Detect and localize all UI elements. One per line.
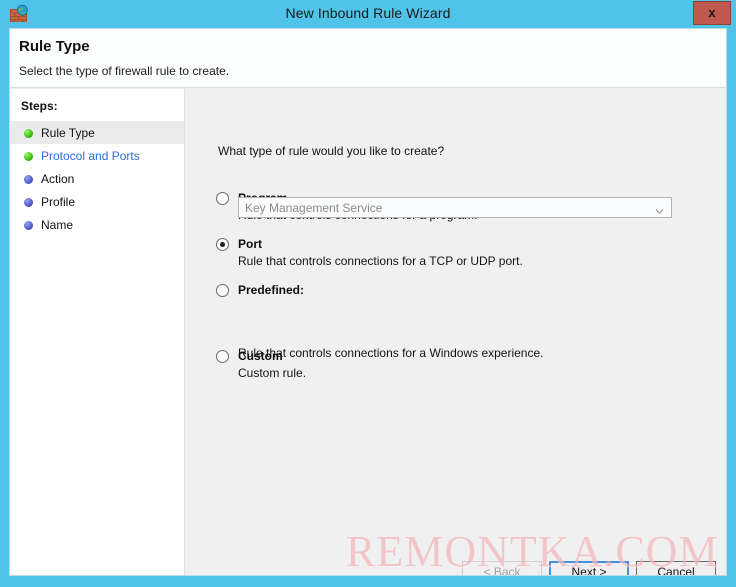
radio-custom[interactable]: [216, 350, 229, 363]
option-description-port: Rule that controls connections for a TCP…: [238, 254, 523, 268]
predefined-rule-value: Key Management Service: [245, 201, 383, 215]
chevron-down-icon: [655, 203, 664, 215]
steps-sidebar: Steps: Rule Type Protocol and Ports Action…: [10, 89, 185, 575]
option-description-predefined: Rule that controls connections for a Win…: [238, 346, 544, 360]
steps-list: Rule Type Protocol and Ports Action Profile…: [10, 121, 184, 236]
new-inbound-rule-wizard-window: New Inbound Rule Wizard x Rule Type Sele…: [0, 0, 736, 587]
option-label-custom: Custom: [238, 349, 283, 363]
close-icon: x: [708, 5, 716, 20]
sidebar-step-protocol-and-ports[interactable]: Protocol and Ports: [10, 144, 184, 167]
step-status-bullet-icon: [24, 221, 33, 230]
step-status-bullet-icon: [24, 198, 33, 207]
title-bar: New Inbound Rule Wizard x: [0, 0, 736, 28]
cancel-button[interactable]: Cancel: [636, 561, 716, 575]
step-status-bullet-icon: [24, 175, 33, 184]
option-label-port: Port: [238, 237, 262, 251]
main-content: What type of rule would you like to crea…: [186, 89, 726, 575]
close-button[interactable]: x: [693, 1, 731, 25]
radio-port[interactable]: [216, 238, 229, 251]
step-status-bullet-icon: [24, 152, 33, 161]
sidebar-step-label: Action: [41, 171, 75, 186]
sidebar-step-label: Rule Type: [41, 125, 95, 140]
sidebar-step-rule-type[interactable]: Rule Type: [10, 121, 184, 144]
option-description-custom: Custom rule.: [238, 366, 307, 380]
sidebar-step-action[interactable]: Action: [10, 167, 184, 190]
sidebar-step-label: Name: [41, 217, 74, 232]
radio-predefined[interactable]: [216, 284, 229, 297]
sidebar-step-name[interactable]: Name: [10, 213, 184, 236]
back-button[interactable]: < Back: [462, 561, 542, 575]
window-body: Rule Type Select the type of firewall ru…: [9, 28, 727, 576]
step-status-bullet-icon: [24, 129, 33, 138]
option-label-predefined: Predefined:: [238, 283, 305, 297]
radio-program[interactable]: [216, 192, 229, 205]
sidebar-step-profile[interactable]: Profile: [10, 190, 184, 213]
window-title: New Inbound Rule Wizard: [285, 5, 451, 21]
page-title: Rule Type: [19, 38, 90, 55]
wizard-header: Rule Type Select the type of firewall ru…: [10, 29, 726, 88]
page-subtitle: Select the type of firewall rule to crea…: [19, 64, 230, 78]
sidebar-step-label: Protocol and Ports: [41, 148, 140, 163]
steps-heading: Steps:: [21, 99, 58, 113]
sidebar-step-label: Profile: [41, 194, 76, 209]
content-question: What type of rule would you like to crea…: [218, 144, 445, 158]
desktop-background-sliver: [0, 0, 9, 587]
next-button[interactable]: Next >: [549, 561, 629, 575]
predefined-rule-dropdown[interactable]: Key Management Service: [238, 197, 672, 218]
